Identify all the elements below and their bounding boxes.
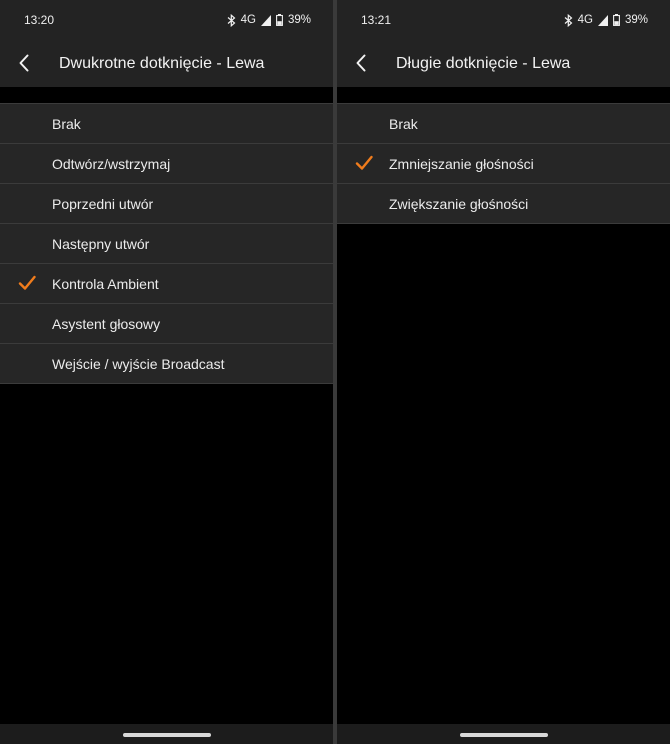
option-label: Zmniejszanie głośności — [389, 156, 534, 172]
right-screen: 13:21 4G 39% Długie dotknięcie - Lewa Br… — [337, 0, 670, 744]
network-type: 4G — [577, 14, 593, 26]
status-bar: 13:20 4G 39% — [0, 0, 333, 40]
navigation-bar — [0, 724, 333, 744]
battery-icon — [613, 14, 620, 26]
option-zmniejszanie-glosnosci[interactable]: Zmniejszanie głośności — [337, 144, 670, 184]
status-time: 13:20 — [24, 13, 55, 27]
signal-icon — [260, 14, 271, 26]
status-bar: 13:21 4G 39% — [337, 0, 670, 40]
home-gesture-bar[interactable] — [459, 733, 548, 737]
option-kontrola-ambient[interactable]: Kontrola Ambient — [0, 264, 333, 304]
back-button[interactable] — [12, 50, 38, 76]
page-title: Długie dotknięcie - Lewa — [396, 55, 571, 72]
option-wejscie-wyjscie-broadcast[interactable]: Wejście / wyjście Broadcast — [0, 344, 333, 384]
bluetooth-icon — [564, 13, 573, 27]
bluetooth-icon — [227, 13, 236, 27]
option-brak[interactable]: Brak — [337, 103, 670, 144]
battery-icon — [276, 14, 283, 26]
status-time: 13:21 — [361, 13, 392, 27]
option-brak[interactable]: Brak — [0, 103, 333, 144]
home-gesture-bar[interactable] — [122, 733, 211, 737]
option-label: Brak — [52, 116, 81, 132]
app-bar: Dwukrotne dotknięcie - Lewa — [0, 40, 333, 87]
option-label: Asystent głosowy — [52, 316, 161, 332]
option-label: Wejście / wyjście Broadcast — [52, 356, 225, 372]
option-label: Kontrola Ambient — [52, 276, 159, 292]
status-icons: 4G 39% — [564, 12, 648, 28]
navigation-bar — [337, 724, 670, 744]
check-icon — [18, 275, 36, 290]
option-asystent-glosowy[interactable]: Asystent głosowy — [0, 304, 333, 344]
option-label: Zwiększanie głośności — [389, 196, 529, 212]
option-label: Następny utwór — [52, 236, 150, 252]
app-bar: Długie dotknięcie - Lewa — [337, 40, 670, 87]
status-icons: 4G 39% — [227, 12, 311, 28]
back-button[interactable] — [349, 50, 375, 76]
battery-percent: 39% — [287, 14, 311, 26]
option-label: Brak — [389, 116, 418, 132]
signal-icon — [597, 14, 608, 26]
option-label: Poprzedni utwór — [52, 196, 154, 212]
option-nastepny-utwor[interactable]: Następny utwór — [0, 224, 333, 264]
option-zwiekszanie-glosnosci[interactable]: Zwiększanie głośności — [337, 184, 670, 224]
options-list: Brak Odtwórz/wstrzymaj Poprzedni utwór N… — [0, 103, 333, 384]
options-list: Brak Zmniejszanie głośności Zwiększanie … — [337, 103, 670, 224]
option-odtworz-wstrzymaj[interactable]: Odtwórz/wstrzymaj — [0, 144, 333, 184]
battery-percent: 39% — [624, 14, 648, 26]
chevron-left-icon — [19, 54, 29, 72]
network-type: 4G — [240, 14, 256, 26]
page-title: Dwukrotne dotknięcie - Lewa — [59, 55, 265, 72]
check-icon — [355, 155, 373, 170]
option-poprzedni-utwor[interactable]: Poprzedni utwór — [0, 184, 333, 224]
chevron-left-icon — [356, 54, 366, 72]
left-screen: 13:20 4G 39% Dwukrotne dotknięcie - Lewa… — [0, 0, 333, 744]
option-label: Odtwórz/wstrzymaj — [52, 156, 171, 172]
